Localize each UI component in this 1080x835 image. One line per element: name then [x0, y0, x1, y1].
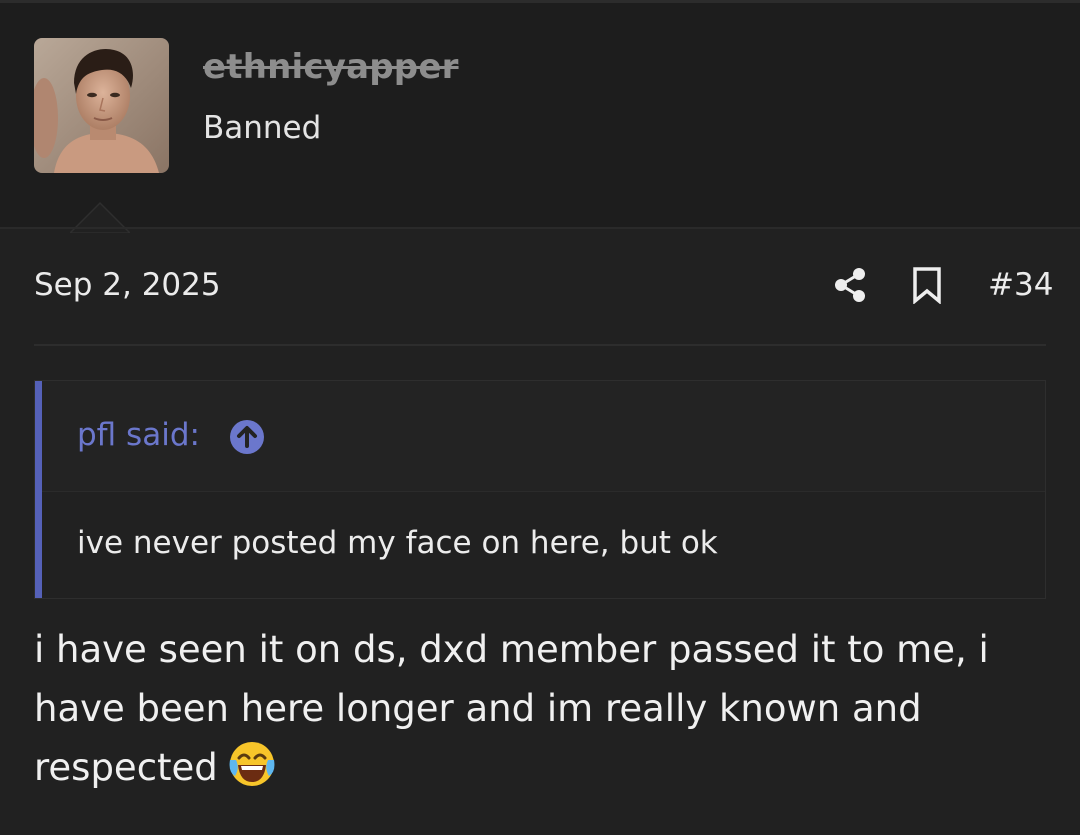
quote-block: pfl said: ive never posted my face on he… [34, 380, 1046, 599]
quote-text: ive never posted my face on here, but ok [77, 525, 718, 561]
message-body: i have seen it on ds, dxd member passed … [34, 620, 1046, 797]
avatar-image [34, 38, 169, 173]
post-page: ethnicyapper Banned Sep 2, 2025 #34 pfl … [0, 0, 1080, 835]
arrow-up-circle-icon[interactable] [229, 419, 265, 455]
post-date[interactable]: Sep 2, 2025 [34, 267, 221, 303]
post-meta-row: Sep 2, 2025 #34 [0, 229, 1080, 344]
face-with-tears-of-joy-emoji [229, 742, 275, 786]
user-block: ethnicyapper Banned [0, 3, 1080, 233]
post-number-link[interactable]: #34 [988, 267, 1053, 303]
quote-body: ive never posted my face on here, but ok [42, 491, 1045, 598]
quote-accent-bar [35, 381, 42, 598]
username[interactable]: ethnicyapper [203, 47, 459, 87]
message-text: i have seen it on ds, dxd member passed … [34, 628, 989, 789]
avatar[interactable] [34, 38, 169, 173]
share-icon[interactable] [833, 267, 867, 303]
user-title-badge: Banned [203, 110, 322, 146]
quote-author-link[interactable]: pfl said: [77, 417, 200, 453]
bookmark-icon[interactable] [911, 266, 943, 304]
quote-header: pfl said: [42, 381, 1045, 491]
meta-divider [34, 344, 1046, 346]
